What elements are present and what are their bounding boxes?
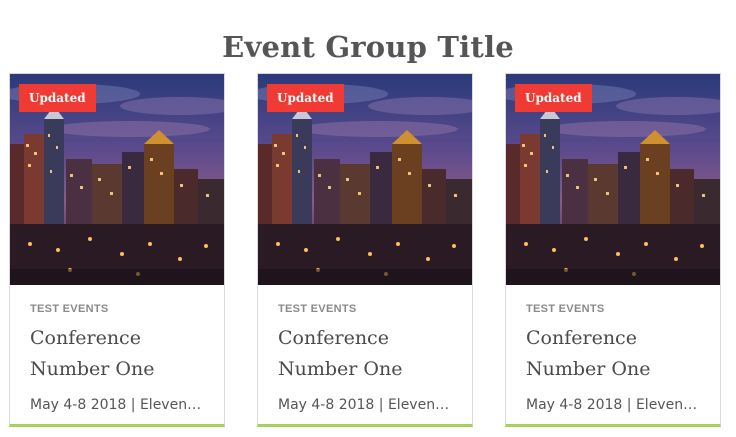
card-body: TEST EVENTS Conference Number One May 4-… [30, 285, 208, 415]
updated-badge: Updated [515, 84, 592, 112]
event-title[interactable]: Conference Number One [278, 323, 456, 385]
event-category: TEST EVENTS [30, 303, 109, 315]
event-card-list: Updated TEST EVENTS Conference Number On… [9, 73, 727, 429]
event-category: TEST EVENTS [526, 303, 605, 315]
card-body: TEST EVENTS Conference Number One May 4-… [278, 285, 456, 415]
city-skyline-image: Updated [506, 74, 720, 285]
event-date-location: May 4-8 2018 | Eleventh Street [526, 397, 702, 413]
event-title-line: Number One [526, 358, 651, 380]
card-body: TEST EVENTS Conference Number One May 4-… [526, 285, 704, 415]
page-title: Event Group Title [222, 30, 514, 65]
event-card[interactable]: Updated TEST EVENTS Conference Number On… [257, 73, 473, 427]
event-category: TEST EVENTS [278, 303, 357, 315]
city-skyline-image: Updated [10, 74, 224, 285]
city-skyline-image: Updated [258, 74, 472, 285]
event-card[interactable]: Updated TEST EVENTS Conference Number On… [9, 73, 225, 427]
event-title-line: Conference [526, 327, 637, 349]
event-date-location: May 4-8 2018 | Eleventh Street [30, 397, 206, 413]
updated-badge: Updated [19, 84, 96, 112]
event-title-line: Number One [30, 358, 155, 380]
event-title[interactable]: Conference Number One [30, 323, 208, 385]
event-title-line: Conference [30, 327, 141, 349]
event-title-line: Number One [278, 358, 403, 380]
updated-badge: Updated [267, 84, 344, 112]
event-card[interactable]: Updated TEST EVENTS Conference Number On… [505, 73, 721, 427]
event-date-location: May 4-8 2018 | Eleventh Street [278, 397, 454, 413]
event-title[interactable]: Conference Number One [526, 323, 704, 385]
event-title-line: Conference [278, 327, 389, 349]
